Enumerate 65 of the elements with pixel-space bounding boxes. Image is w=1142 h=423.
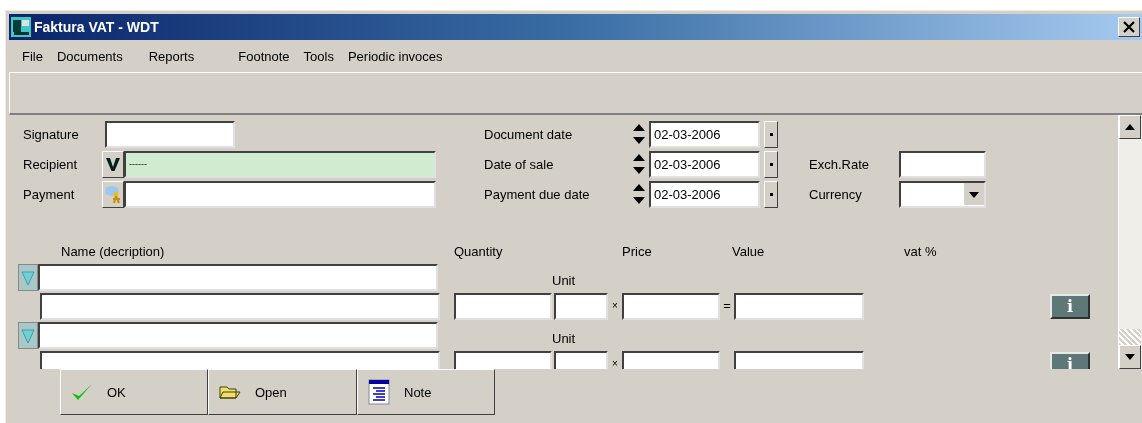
menu-item[interactable]: File	[15, 48, 50, 64]
column-header: Price	[622, 244, 653, 259]
scroll-up-button[interactable]	[1119, 115, 1141, 139]
date-field[interactable]: 02-03-2006	[649, 120, 760, 148]
multiply-sign: ×	[611, 358, 619, 369]
unit-label: Unit	[552, 331, 576, 346]
recipient-field[interactable]: ------	[124, 150, 436, 178]
column-header: Name (decription)	[61, 244, 166, 259]
person-icon	[104, 184, 122, 204]
currency-dropdown[interactable]	[899, 180, 986, 208]
name-field[interactable]	[38, 322, 438, 349]
unit-label: Unit	[552, 273, 576, 288]
scroll-down-button[interactable]	[1119, 345, 1141, 369]
date-field[interactable]: 02-03-2006	[649, 150, 760, 178]
document-icon	[368, 379, 390, 405]
calendar-button[interactable]	[764, 120, 778, 148]
triangle-icon	[21, 269, 35, 286]
triangle-icon	[21, 327, 35, 344]
field-label: Signature	[23, 126, 80, 142]
close-button[interactable]	[1118, 17, 1140, 37]
calendar-button[interactable]	[764, 180, 778, 208]
column-header: Quantity	[454, 244, 504, 259]
down-arrow-icon	[1125, 354, 1135, 360]
field-label: Payment	[23, 186, 76, 202]
caret-icon	[964, 183, 984, 205]
window-title: Faktura VAT - WDT	[34, 19, 160, 35]
menu-item[interactable]: Reports	[141, 48, 202, 64]
info-button[interactable]: i	[1050, 294, 1090, 319]
equals-sign: =	[722, 298, 732, 313]
folder-icon	[219, 384, 241, 400]
payment-field[interactable]	[124, 180, 436, 208]
payment-button[interactable]	[102, 180, 124, 208]
field-label: Exch.Rate	[809, 156, 870, 172]
description-field[interactable]	[40, 293, 440, 320]
price-field[interactable]	[622, 293, 720, 320]
name-field[interactable]	[38, 264, 438, 291]
field-label: Document date	[484, 126, 574, 142]
close-icon	[1123, 21, 1135, 33]
exchange-rate-field[interactable]	[899, 150, 986, 178]
scroll-thumb[interactable]	[1119, 329, 1141, 345]
menu-item[interactable]: Tools	[296, 48, 341, 64]
up-arrow-icon	[1125, 124, 1135, 130]
check-icon	[71, 382, 93, 402]
toolbar-button[interactable]: Note	[357, 369, 495, 415]
signature-field[interactable]	[105, 120, 235, 148]
menu-item[interactable]: Documents	[49, 48, 130, 64]
toolbar-button[interactable]: OK	[60, 369, 208, 415]
quantity-field[interactable]	[454, 293, 552, 320]
column-header: Value	[732, 244, 766, 259]
select-button[interactable]	[102, 150, 124, 178]
value-field[interactable]	[734, 293, 864, 320]
date-field[interactable]: 02-03-2006	[649, 180, 760, 208]
field-label: Payment due date	[484, 186, 591, 202]
menu-item[interactable]: Periodic invoces	[340, 48, 450, 64]
unit-field[interactable]	[554, 293, 608, 320]
column-header: vat %	[904, 244, 938, 259]
field-label: Date of sale	[484, 156, 555, 172]
app-icon	[11, 17, 31, 37]
field-label: Recipient	[23, 156, 79, 172]
field-label: Currency	[809, 186, 863, 202]
calendar-button[interactable]	[764, 150, 778, 178]
v-icon	[106, 156, 120, 172]
toolbar-button[interactable]: Open	[208, 369, 357, 415]
multiply-sign: ×	[611, 300, 619, 311]
menu-item[interactable]: Footnote	[231, 48, 297, 64]
